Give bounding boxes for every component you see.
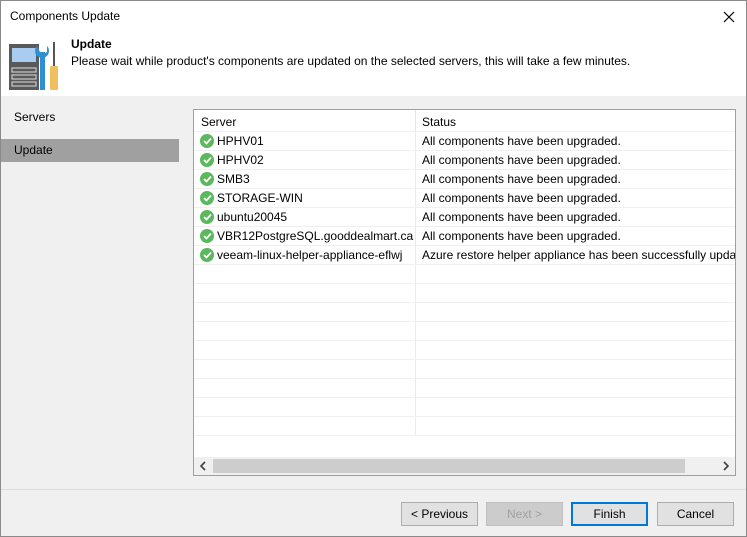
server-name: HPHV02: [217, 153, 264, 167]
header-description: Please wait while product's components a…: [71, 54, 631, 68]
status-cell: All components have been upgraded.: [422, 172, 621, 186]
table-row[interactable]: VBR12PostgreSQL.gooddealmart.ca All compo…: [194, 227, 735, 246]
empty-cell: [194, 265, 416, 283]
empty-row: [194, 417, 735, 436]
empty-row: [194, 284, 735, 303]
cancel-button[interactable]: Cancel: [657, 502, 734, 526]
footer: < Previous Next > Finish Cancel: [1, 489, 746, 536]
success-check-icon: [200, 248, 214, 262]
server-cell: SMB3: [194, 170, 416, 188]
server-name: SMB3: [217, 172, 250, 186]
server-name: STORAGE-WIN: [217, 191, 303, 205]
table-row[interactable]: STORAGE-WIN All components have been upgr…: [194, 189, 735, 208]
chevron-left-icon: [199, 461, 206, 471]
scroll-left-button[interactable]: [194, 457, 212, 475]
server-cell: VBR12PostgreSQL.gooddealmart.ca: [194, 227, 416, 245]
header-title: Update: [71, 37, 112, 51]
success-check-icon: [200, 210, 214, 224]
server-name: HPHV01: [217, 134, 264, 148]
status-cell: All components have been upgraded.: [422, 191, 621, 205]
table-row[interactable]: veeam-linux-helper-appliance-eflwj Azure …: [194, 246, 735, 265]
header-panel: Update Please wait while product's compo…: [1, 32, 746, 96]
empty-row: [194, 398, 735, 417]
empty-cell: [416, 379, 735, 397]
content-panel: Server Status HPHV01 All components have …: [181, 96, 746, 489]
title-bar: Components Update: [1, 1, 746, 32]
empty-cell: [194, 303, 416, 321]
empty-cell: [416, 265, 735, 283]
table-row[interactable]: HPHV02 All components have been upgraded.: [194, 151, 735, 170]
server-cell: STORAGE-WIN: [194, 189, 416, 207]
table-row[interactable]: ubuntu20045 All components have been upgr…: [194, 208, 735, 227]
column-header-server[interactable]: Server: [194, 110, 416, 131]
server-name: VBR12PostgreSQL.gooddealmart.ca: [217, 229, 414, 243]
empty-cell: [416, 303, 735, 321]
previous-button[interactable]: < Previous: [401, 502, 478, 526]
close-button[interactable]: [712, 1, 746, 32]
servers-grid: Server Status HPHV01 All components have …: [193, 109, 736, 476]
empty-cell: [416, 284, 735, 302]
status-cell: All components have been upgraded.: [422, 153, 621, 167]
empty-cell: [194, 417, 416, 435]
server-cell: ubuntu20045: [194, 208, 416, 226]
success-check-icon: [200, 191, 214, 205]
server-tools-icon: [9, 42, 58, 90]
close-icon: [723, 11, 735, 22]
status-cell: All components have been upgraded.: [422, 210, 621, 224]
grid-rows: HPHV01 All components have been upgraded.…: [194, 132, 735, 436]
next-button[interactable]: Next >: [486, 502, 563, 526]
table-row[interactable]: SMB3 All components have been upgraded.: [194, 170, 735, 189]
empty-row: [194, 303, 735, 322]
success-check-icon: [200, 153, 214, 167]
status-cell: All components have been upgraded.: [422, 229, 621, 243]
empty-cell: [416, 417, 735, 435]
finish-button[interactable]: Finish: [571, 502, 648, 526]
empty-row: [194, 322, 735, 341]
scroll-right-button[interactable]: [717, 457, 735, 475]
status-cell: Azure restore helper appliance has been …: [422, 248, 735, 262]
column-header-status[interactable]: Status: [416, 110, 735, 131]
empty-cell: [416, 398, 735, 416]
success-check-icon: [200, 172, 214, 186]
success-check-icon: [200, 229, 214, 243]
grid-header: Server Status: [194, 110, 735, 132]
sidebar: Servers Update: [1, 96, 179, 489]
empty-cell: [416, 322, 735, 340]
components-update-dialog: Components Update Update Please wait whi…: [0, 0, 747, 537]
empty-cell: [416, 360, 735, 378]
scroll-thumb[interactable]: [213, 459, 685, 473]
server-cell: HPHV02: [194, 151, 416, 169]
empty-cell: [194, 341, 416, 359]
empty-row: [194, 379, 735, 398]
status-cell: All components have been upgraded.: [422, 134, 621, 148]
empty-row: [194, 360, 735, 379]
empty-cell: [194, 360, 416, 378]
empty-row: [194, 341, 735, 360]
empty-cell: [416, 341, 735, 359]
sidebar-item-servers[interactable]: Servers: [1, 106, 179, 129]
empty-row: [194, 265, 735, 284]
empty-cell: [194, 379, 416, 397]
table-row[interactable]: HPHV01 All components have been upgraded.: [194, 132, 735, 151]
server-cell: HPHV01: [194, 132, 416, 150]
empty-cell: [194, 322, 416, 340]
chevron-right-icon: [723, 461, 730, 471]
server-name: veeam-linux-helper-appliance-eflwj: [217, 248, 403, 262]
server-name: ubuntu20045: [217, 210, 288, 224]
sidebar-item-update[interactable]: Update: [1, 139, 179, 162]
empty-cell: [194, 398, 416, 416]
server-cell: veeam-linux-helper-appliance-eflwj: [194, 246, 416, 264]
empty-cell: [194, 284, 416, 302]
success-check-icon: [200, 134, 214, 148]
window-title: Components Update: [10, 9, 121, 23]
horizontal-scrollbar[interactable]: [194, 457, 735, 475]
